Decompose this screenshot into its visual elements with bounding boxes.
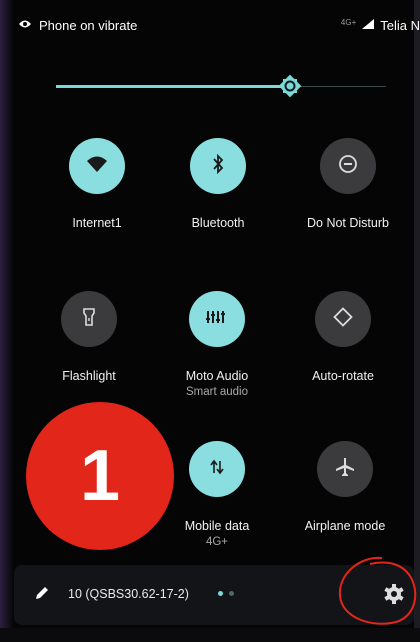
tile-bluetooth-button[interactable] xyxy=(190,138,246,194)
tile-internet[interactable]: Internet1 xyxy=(29,138,165,230)
page-dot-inactive xyxy=(229,591,234,596)
cellular-signal-icon xyxy=(361,18,375,33)
tile-airplane-mode-label: Airplane mode xyxy=(304,519,386,533)
tile-mobile-data-label: Mobile data xyxy=(184,519,250,533)
tile-mobile-data-button[interactable] xyxy=(189,441,245,497)
tile-flashlight-button[interactable] xyxy=(61,291,117,347)
tile-moto-audio-button[interactable] xyxy=(189,291,245,347)
screen-edge xyxy=(414,0,420,642)
status-bar: Phone on vibrate 4G+ Telia N xyxy=(0,14,420,38)
tile-moto-audio-sublabel: Smart audio xyxy=(185,386,248,398)
tile-do-not-disturb[interactable]: Do Not Disturb xyxy=(280,138,416,230)
brightness-sun-icon[interactable] xyxy=(278,74,302,98)
auto-rotate-icon xyxy=(333,306,353,332)
tile-mobile-data-sublabel: 4G+ xyxy=(205,536,229,548)
tile-moto-audio-label: Moto Audio xyxy=(185,369,249,383)
tile-moto-audio[interactable]: Moto Audio Smart audio xyxy=(149,291,285,398)
tile-airplane-mode-button[interactable] xyxy=(317,441,373,497)
flashlight-icon xyxy=(82,307,96,332)
quick-settings-footer: 10 (QSBS30.62-17-2) xyxy=(14,565,414,625)
quick-settings-panel: Phone on vibrate 4G+ Telia N Internet1 B… xyxy=(0,0,420,642)
tile-bluetooth-label: Bluetooth xyxy=(191,216,245,230)
airplane-icon xyxy=(335,457,355,482)
tile-auto-rotate[interactable]: Auto-rotate xyxy=(275,291,411,383)
tile-airplane-mode[interactable]: Airplane mode xyxy=(277,441,413,533)
page-indicator xyxy=(218,591,234,596)
tile-internet-button[interactable] xyxy=(69,138,125,194)
page-dot-active xyxy=(218,591,223,596)
tile-do-not-disturb-button[interactable] xyxy=(320,138,376,194)
pencil-icon[interactable] xyxy=(34,585,50,606)
tile-flashlight[interactable]: Flashlight xyxy=(21,291,157,383)
tile-flashlight-label: Flashlight xyxy=(62,369,116,383)
brightness-track-filled xyxy=(56,85,292,88)
brightness-slider[interactable] xyxy=(56,74,386,98)
brightness-track-empty xyxy=(292,86,386,87)
tile-internet-label: Internet1 xyxy=(72,216,122,230)
vibrate-status-text: Phone on vibrate xyxy=(39,18,138,33)
network-type-label: 4G+ xyxy=(340,18,357,27)
do-not-disturb-icon xyxy=(338,154,358,179)
tile-do-not-disturb-label: Do Not Disturb xyxy=(307,216,389,230)
wifi-icon xyxy=(86,155,108,178)
gear-icon[interactable] xyxy=(383,583,405,610)
eye-icon xyxy=(18,18,32,33)
notification-preview-strip xyxy=(0,628,420,642)
tile-bluetooth[interactable]: Bluetooth xyxy=(150,138,286,230)
bluetooth-icon xyxy=(211,153,225,179)
tile-auto-rotate-label: Auto-rotate xyxy=(312,369,374,383)
tile-auto-rotate-button[interactable] xyxy=(315,291,371,347)
wallpaper-edge xyxy=(0,0,14,642)
equalizer-icon xyxy=(206,310,228,329)
step-number-badge: 1 xyxy=(26,402,174,550)
carrier-name: Telia N xyxy=(380,18,420,33)
mobile-data-icon xyxy=(210,459,224,480)
build-number[interactable]: 10 (QSBS30.62-17-2) xyxy=(68,587,189,601)
